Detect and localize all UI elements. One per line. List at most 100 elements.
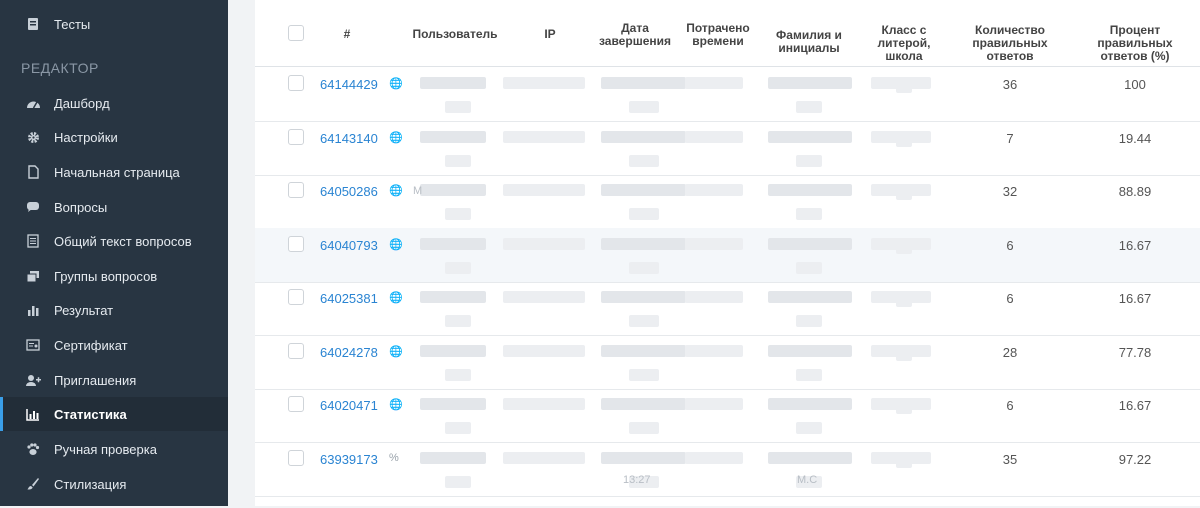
column-header-name[interactable]: Фамилия и инициалы [769, 29, 849, 55]
select-all-checkbox[interactable] [288, 25, 304, 41]
column-header-num[interactable]: # [337, 28, 357, 41]
sidebar-item-result[interactable]: Результат [0, 293, 228, 327]
sidebar-item-styling[interactable]: Стилизация [0, 467, 228, 501]
table-row: 64020471 🌐 6 16.67 [255, 388, 1200, 443]
source-icon: 🌐 [389, 132, 403, 144]
paw-icon [25, 441, 41, 457]
column-header-correct-count[interactable]: Количество правильных ответов [967, 24, 1053, 63]
table-row: 64024278 🌐 28 77.78 [255, 335, 1200, 390]
redacted-value [503, 291, 585, 303]
redacted-value [629, 369, 659, 381]
result-id-link[interactable]: 64143140 [320, 131, 378, 146]
stack-icon [25, 268, 41, 284]
redacted-value [420, 345, 486, 357]
row-checkbox[interactable] [288, 396, 304, 412]
redacted-value [503, 131, 585, 143]
redacted-value [503, 238, 585, 250]
sidebar-item-dashboard[interactable]: Дашборд [0, 86, 228, 120]
redacted-value [768, 131, 852, 143]
row-checkbox[interactable] [288, 236, 304, 252]
row-checkbox[interactable] [288, 343, 304, 359]
result-id-link[interactable]: 63939173 [320, 452, 378, 467]
result-id-link[interactable]: 64020471 [320, 398, 378, 413]
sidebar-item-settings[interactable]: Настройки [0, 120, 228, 154]
result-id-link[interactable]: 64024278 [320, 345, 378, 360]
column-header-time-spent[interactable]: Потрачено времени [683, 22, 753, 48]
sidebar-item-label: Тесты [54, 16, 91, 32]
redacted-value [420, 131, 486, 143]
redacted-value [768, 291, 852, 303]
sidebar-item-start-page[interactable]: Начальная страница [0, 155, 228, 189]
column-header-finish-date[interactable]: Дата завершения [595, 22, 675, 48]
redacted-value [796, 101, 822, 113]
sidebar-item-label: Ручная проверка [54, 441, 157, 457]
source-icon: 🌐 [389, 292, 403, 304]
sidebar-item-question-groups[interactable]: Группы вопросов [0, 259, 228, 293]
redacted-value [420, 291, 486, 303]
source-icon: % [389, 452, 399, 464]
redacted-value [601, 184, 686, 196]
column-header-correct-percent[interactable]: Процент правильных ответов (%) [1087, 24, 1183, 63]
row-checkbox[interactable] [288, 75, 304, 91]
sidebar-item-tests[interactable]: Тесты [0, 7, 228, 41]
bars-icon [25, 302, 41, 318]
correct-count-cell: 32 [1002, 184, 1018, 199]
sidebar-item-common-text[interactable]: Общий текст вопросов [0, 224, 228, 258]
redacted-value [445, 476, 471, 488]
redacted-value [420, 398, 486, 410]
sidebar-item-invitations[interactable]: Приглашения [0, 363, 228, 397]
column-header-class[interactable]: Класс с литерой, школа [869, 24, 939, 63]
redacted-value [503, 452, 585, 464]
sidebar-item-manual-check[interactable]: Ручная проверка [0, 432, 228, 466]
sidebar-item-label: Группы вопросов [54, 268, 158, 284]
redacted-value [601, 291, 686, 303]
page-icon [25, 164, 41, 180]
source-icon: 🌐 [389, 78, 403, 90]
source-icon: 🌐 [389, 185, 403, 197]
table-row: 64025381 🌐 6 16.67 [255, 281, 1200, 336]
row-checkbox[interactable] [288, 129, 304, 145]
row-checkbox[interactable] [288, 450, 304, 466]
sidebar-item-certificate[interactable]: Сертификат [0, 328, 228, 362]
source-icon: 🌐 [389, 239, 403, 251]
result-id-link[interactable]: 64050286 [320, 184, 378, 199]
chat-icon [25, 199, 41, 215]
redacted-value [629, 262, 659, 274]
result-id-link[interactable]: 64144429 [320, 77, 378, 92]
result-id-link[interactable]: 64025381 [320, 291, 378, 306]
table-row: 63939173% 35 97.22 13:27 М.С [255, 442, 1200, 497]
column-header-user[interactable]: Пользователь [410, 28, 500, 41]
table-row: 64050286 🌐 32 88.89 М [255, 174, 1200, 229]
redacted-value [601, 452, 686, 464]
redacted-value [445, 422, 471, 434]
table-header: # Пользователь IP Дата завершения Потрач… [255, 0, 1200, 67]
redacted-value [685, 398, 743, 410]
sidebar-item-label: Результат [54, 302, 114, 318]
sidebar-item-label: Начальная страница [54, 164, 180, 180]
correct-count-cell: 36 [1002, 77, 1018, 92]
sidebar-item-questions[interactable]: Вопросы [0, 190, 228, 224]
redacted-value [768, 238, 852, 250]
redacted-value [601, 398, 686, 410]
redacted-value [685, 131, 743, 143]
redacted-value [420, 77, 486, 89]
redacted-value [629, 208, 659, 220]
partial-name-text: М.С [797, 474, 818, 486]
partial-date-text: 13:27 [623, 474, 651, 486]
redacted-value [685, 291, 743, 303]
sidebar-item-label: Приглашения [54, 372, 137, 388]
sidebar-item-label: Дашборд [54, 95, 110, 111]
row-checkbox[interactable] [288, 289, 304, 305]
redacted-value [420, 184, 486, 196]
redacted-value [445, 101, 471, 113]
tests-icon [25, 16, 41, 32]
redacted-value [796, 208, 822, 220]
row-checkbox[interactable] [288, 182, 304, 198]
sidebar-item-label: Сертификат [54, 337, 128, 353]
redacted-value [685, 345, 743, 357]
result-id-link[interactable]: 64040793 [320, 238, 378, 253]
sidebar-item-statistics[interactable]: Статистика [0, 397, 228, 431]
statistics-panel: # Пользователь IP Дата завершения Потрач… [255, 0, 1200, 506]
redacted-value [445, 315, 471, 327]
column-header-ip[interactable]: IP [535, 28, 565, 41]
